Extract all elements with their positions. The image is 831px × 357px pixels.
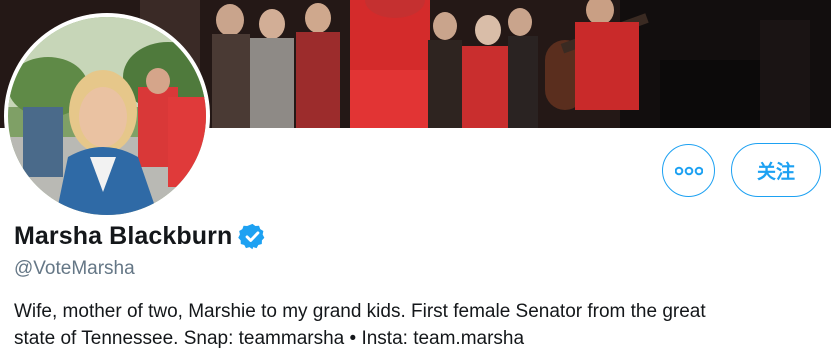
more-dots-icon [674, 166, 703, 175]
profile-bio: Wife, mother of two, Marshie to my grand… [14, 298, 814, 352]
name-row: Marsha Blackburn [14, 222, 267, 251]
verified-badge-icon [238, 223, 265, 250]
profile-avatar[interactable] [8, 17, 206, 215]
more-options-button[interactable] [662, 144, 715, 197]
avatar-image [8, 17, 206, 215]
display-name: Marsha Blackburn [14, 222, 233, 250]
follow-button[interactable]: 关注 [731, 143, 821, 197]
bio-line: Wife, mother of two, Marshie to my grand… [14, 301, 706, 322]
bio-line: state of Tennessee. Snap: teammarsha • I… [14, 328, 525, 349]
profile-handle: @VoteMarsha [14, 258, 135, 279]
